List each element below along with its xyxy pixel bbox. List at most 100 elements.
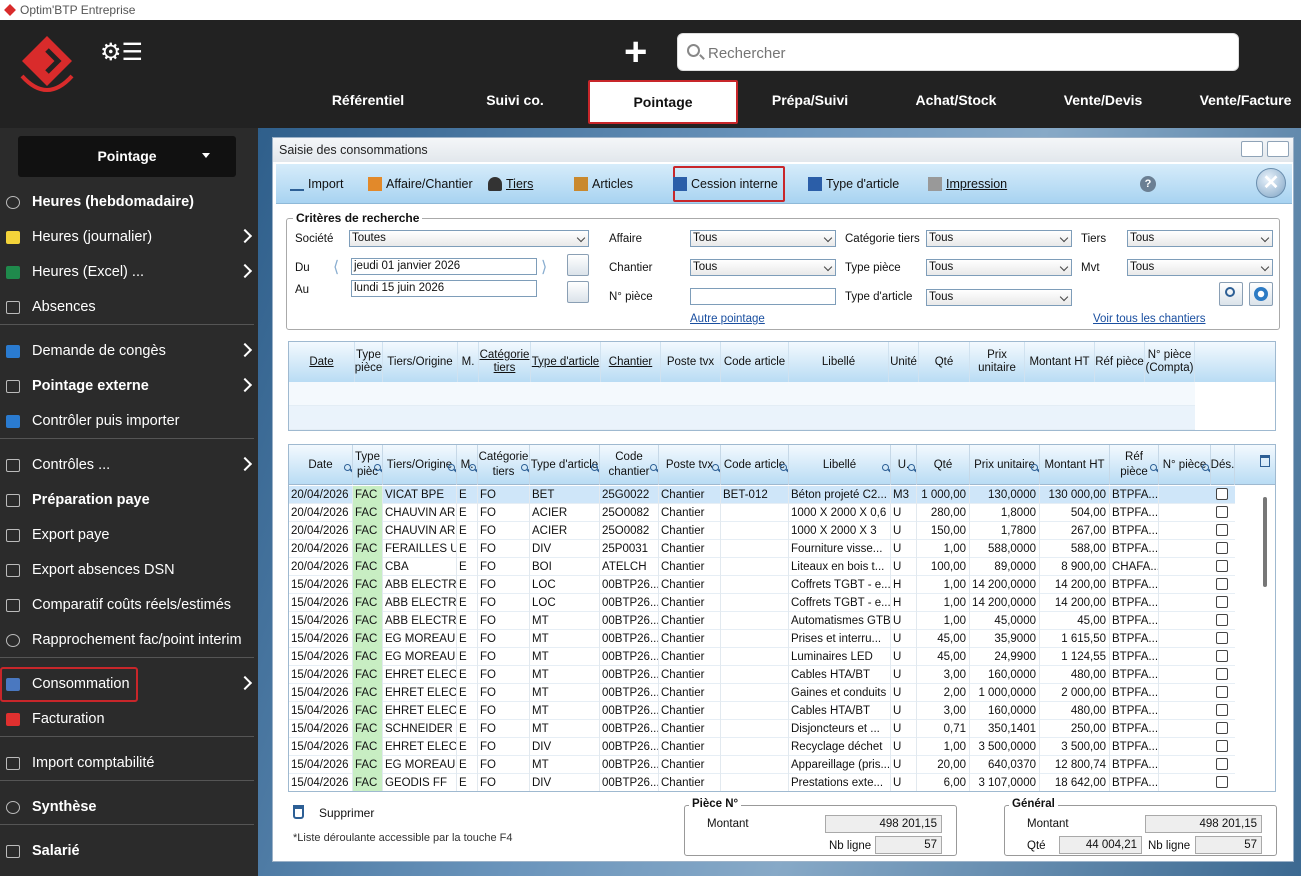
sidebar-item-comparatif-co-ts-r-els-estim-s[interactable]: Comparatif coûts réels/estimés — [0, 588, 258, 623]
grid-col-header[interactable]: Montant HT — [1040, 445, 1110, 485]
nav-pointage[interactable]: Pointage — [588, 80, 738, 124]
filter-search-icon[interactable] — [1202, 464, 1209, 471]
sidebar-item-heures-excel[interactable]: Heures (Excel) ... — [0, 255, 258, 290]
calendar-du-button[interactable] — [567, 254, 589, 276]
impression-button[interactable]: Impression — [926, 164, 1007, 204]
nav-suivi-co[interactable]: Suivi co. — [465, 80, 565, 124]
search-button[interactable] — [1219, 282, 1243, 306]
entry-col-header[interactable]: Libellé — [789, 342, 889, 382]
entry-col-header[interactable]: Date — [289, 342, 355, 382]
grid-col-header[interactable]: U. — [891, 445, 917, 485]
import-button[interactable]: Import — [288, 164, 343, 204]
minimize-button[interactable] — [1241, 141, 1263, 157]
add-button[interactable]: + — [624, 30, 647, 74]
sidebar-item-consommation[interactable]: Consommation — [0, 667, 253, 702]
table-row[interactable]: 15/04/2026 FAC EHRET ELEC E FO DIV 00BTP26... C… — [289, 738, 1235, 756]
sidebar-item-heures-hebdomadaire[interactable]: Heures (hebdomadaire) — [0, 185, 258, 220]
entry-col-header[interactable]: Réf pièce — [1095, 342, 1145, 382]
sidebar-item-import-comptabilit[interactable]: Import comptabilité — [0, 746, 258, 781]
nav-achat-stock[interactable]: Achat/Stock — [900, 80, 1012, 124]
grid-col-header[interactable]: M. — [457, 445, 478, 485]
close-window-button[interactable]: ✕ — [1256, 168, 1286, 198]
sidebar-item-pointage-externe[interactable]: Pointage externe — [0, 369, 258, 404]
des-checkbox[interactable] — [1216, 686, 1228, 698]
des-checkbox[interactable] — [1216, 722, 1228, 734]
search-input[interactable] — [708, 42, 1208, 64]
des-checkbox[interactable] — [1216, 560, 1228, 572]
tiers-select[interactable]: Tous — [1127, 230, 1273, 247]
tiers-button[interactable]: Tiers — [486, 164, 533, 204]
search-box[interactable] — [677, 33, 1239, 71]
settings-menu-icon[interactable]: ⚙☰ — [100, 38, 143, 67]
grid-col-header[interactable]: Type d'article — [530, 445, 600, 485]
des-checkbox[interactable] — [1216, 614, 1228, 626]
filter-search-icon[interactable] — [374, 464, 381, 471]
grid-col-header[interactable]: Catégorie tiers — [478, 445, 530, 485]
entry-col-header[interactable]: Poste tvx — [661, 342, 721, 382]
table-row[interactable]: 20/04/2026 FAC VICAT BPE E FO BET 25G0022 Chant… — [289, 486, 1235, 504]
filter-search-icon[interactable] — [1150, 464, 1157, 471]
sidebar-item-rapprochement-fac-point-interim[interactable]: Rapprochement fac/point interim — [0, 623, 258, 658]
des-checkbox[interactable] — [1216, 668, 1228, 680]
grid-col-header[interactable]: Qté — [917, 445, 970, 485]
entry-col-header[interactable]: Chantier — [601, 342, 661, 382]
nav-prepa-suivi[interactable]: Prépa/Suivi — [755, 80, 865, 124]
sidebar-item-export-absences-dsn[interactable]: Export absences DSN — [0, 553, 258, 588]
sidebar-item-facturation[interactable]: Facturation — [0, 702, 258, 737]
des-checkbox[interactable] — [1216, 488, 1228, 500]
entry-col-header[interactable]: Type d'article — [531, 342, 601, 382]
grid-col-header[interactable]: N° pièce — [1159, 445, 1211, 485]
categorie-tiers-select[interactable]: Tous — [926, 230, 1072, 247]
mvt-select[interactable]: Tous — [1127, 259, 1273, 276]
table-row[interactable]: 15/04/2026 FAC EG MOREAU E FO MT 00BTP26... Cha… — [289, 756, 1235, 774]
filter-search-icon[interactable] — [650, 464, 657, 471]
table-row[interactable]: 20/04/2026 FAC CBA E FO BOI ATELCH Chantier Lite… — [289, 558, 1235, 576]
type-article-button[interactable]: Type d'article — [806, 164, 899, 204]
sidebar-item-export-paye[interactable]: Export paye — [0, 518, 258, 553]
des-checkbox[interactable] — [1216, 758, 1228, 770]
table-row[interactable]: 15/04/2026FACABB ELECTR...EFOLOC00BTP26.… — [289, 576, 1235, 594]
des-checkbox[interactable] — [1216, 740, 1228, 752]
filter-search-icon[interactable] — [882, 464, 889, 471]
table-row[interactable]: 15/04/2026 FAC EG MOREAU E FO MT 00BTP26... Cha… — [289, 630, 1235, 648]
sidebar-item-contr-ler-puis-importer[interactable]: Contrôler puis importer — [0, 404, 258, 439]
filter-search-icon[interactable] — [780, 464, 787, 471]
grid-col-header[interactable]: Dés. — [1211, 445, 1235, 485]
entry-row[interactable] — [289, 382, 1195, 406]
grid-col-header[interactable]: Date — [289, 445, 353, 485]
des-checkbox[interactable] — [1216, 524, 1228, 536]
sidebar-item-absences[interactable]: Absences — [0, 290, 258, 325]
des-checkbox[interactable] — [1216, 650, 1228, 662]
entry-col-header[interactable]: Qté — [919, 342, 970, 382]
prev-date-icon[interactable]: ⟨ — [333, 257, 339, 277]
calendar-au-button[interactable] — [567, 281, 589, 303]
voir-chantiers-link[interactable]: Voir tous les chantiers — [1093, 313, 1206, 325]
entry-col-header[interactable]: Type pièce — [355, 342, 383, 382]
cession-interne-button[interactable]: Cession interne — [671, 164, 787, 204]
type-article-select[interactable]: Tous — [926, 289, 1072, 306]
filter-search-icon[interactable] — [521, 464, 528, 471]
filter-search-icon[interactable] — [591, 464, 598, 471]
entry-col-header[interactable]: Prix unitaire — [970, 342, 1025, 382]
table-row[interactable]: 15/04/2026FACABB ELECTR...EFOLOC00BTP26.… — [289, 594, 1235, 612]
des-checkbox[interactable] — [1216, 506, 1228, 518]
des-checkbox[interactable] — [1216, 596, 1228, 608]
type-piece-select[interactable]: Tous — [926, 259, 1072, 276]
sidebar-item-demande-de-cong-s[interactable]: Demande de congès — [0, 334, 258, 369]
sidebar-item-heures-journalier[interactable]: Heures (journalier) — [0, 220, 258, 255]
grid-col-header[interactable]: Code article — [721, 445, 789, 485]
nav-vente-devis[interactable]: Vente/Devis — [1048, 80, 1158, 124]
trash-icon[interactable] — [1260, 455, 1270, 467]
filter-search-icon[interactable] — [448, 464, 455, 471]
table-row[interactable]: 15/04/2026 FAC EHRET ELEC E FO MT 00BTP26... Ch… — [289, 702, 1235, 720]
table-row[interactable]: 15/04/2026 FAC EHRET ELEC E FO MT 00BTP26... Ch… — [289, 666, 1235, 684]
next-date-icon[interactable]: ⟩ — [541, 257, 547, 277]
des-checkbox[interactable] — [1216, 704, 1228, 716]
entry-col-header[interactable]: Montant HT — [1025, 342, 1095, 382]
grid-col-header[interactable]: Type pièc — [353, 445, 383, 485]
filter-search-icon[interactable] — [1031, 464, 1038, 471]
chantier-select[interactable]: Tous — [690, 259, 836, 276]
table-row[interactable]: 20/04/2026 FAC CHAUVIN AR... E FO ACIER 25O008… — [289, 522, 1235, 540]
sidebar-item-salari[interactable]: Salarié — [0, 834, 258, 869]
affaire-select[interactable]: Tous — [690, 230, 836, 247]
